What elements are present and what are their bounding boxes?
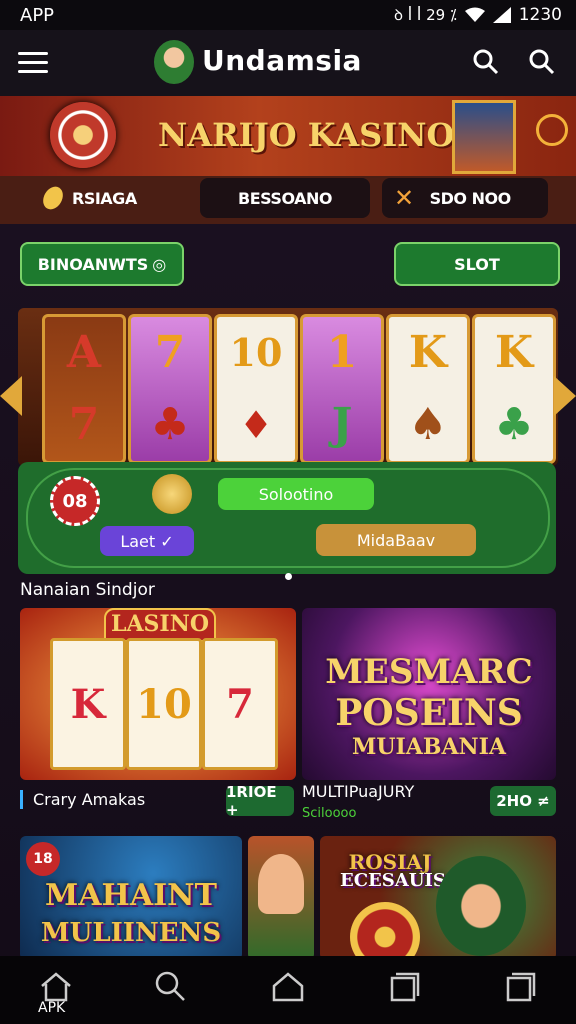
promo-line: POSEINS bbox=[335, 692, 523, 734]
button-label: MidaBaav bbox=[356, 530, 436, 550]
reel-symbol: J bbox=[331, 399, 353, 450]
tab-bessoano[interactable]: BESSOANO bbox=[200, 178, 370, 218]
reel-symbol: ♦ bbox=[238, 402, 274, 447]
recents-icon[interactable] bbox=[386, 968, 422, 1004]
card-tag[interactable]: 1RIOE + bbox=[226, 783, 294, 819]
reel-symbol: K bbox=[494, 327, 534, 378]
home-icon[interactable] bbox=[38, 968, 74, 1004]
reel-symbol: 7 bbox=[68, 399, 100, 450]
gold-coin-icon bbox=[152, 474, 192, 514]
status-bar: APP ꝺ ꟾ ꟾ 29 ⁒ 1230 bbox=[0, 0, 576, 30]
bottom-nav: APK bbox=[0, 956, 576, 1024]
slot-machine[interactable]: A 7 7 ♣ 10 ♦ 1 J K ♠ K ♣ bbox=[18, 308, 558, 466]
age-text: 18 bbox=[33, 851, 53, 867]
game-card[interactable]: ROSIAJ ECESAUIS bbox=[320, 836, 556, 960]
midabaav-button[interactable]: MidaBaav bbox=[316, 524, 476, 556]
slot-reel: 1 J bbox=[300, 314, 384, 464]
reel-symbol: K bbox=[70, 680, 106, 728]
reel-symbol: 7 bbox=[154, 327, 186, 378]
promo-line: MULIINENS bbox=[40, 918, 222, 948]
dealer-portrait bbox=[436, 856, 526, 956]
casino-chip-icon bbox=[50, 102, 116, 168]
card-subcaption: Sciloooo bbox=[302, 806, 357, 821]
slot-reel: 7 ♣ bbox=[128, 314, 212, 464]
game-card[interactable]: 18 MAHAINT MULIINENS bbox=[20, 836, 242, 960]
roulette-icon bbox=[350, 902, 420, 960]
tab-sdo-noo[interactable]: ✕ SDO NOO bbox=[382, 178, 548, 218]
close-icon: ✕ bbox=[394, 184, 414, 212]
card-badge: LASINO bbox=[104, 608, 216, 642]
chip-value: 08 bbox=[62, 490, 88, 512]
reel-symbol: K bbox=[408, 327, 448, 378]
app-logo bbox=[154, 40, 194, 84]
card-caption: Crary Amakas bbox=[20, 790, 145, 809]
signal-icon bbox=[492, 7, 511, 23]
button-label: Solootino bbox=[258, 484, 334, 504]
promo-line: MUIABANIA bbox=[351, 734, 507, 760]
windows-icon[interactable] bbox=[502, 968, 538, 1004]
reel-symbol: A bbox=[66, 327, 102, 378]
reel-symbol: ♣ bbox=[494, 399, 534, 450]
home-outline-icon[interactable] bbox=[270, 968, 306, 1004]
wifi-icon bbox=[464, 7, 485, 22]
tab-label: BESSOANO bbox=[238, 188, 333, 208]
reel-symbol: 10 bbox=[229, 330, 283, 375]
slot-reel: 10 ♦ bbox=[214, 314, 298, 464]
status-left: APP bbox=[20, 4, 55, 26]
tab-row: RSIAGA BESSOANO ✕ SDO NOO bbox=[0, 176, 576, 224]
dealer-portrait bbox=[258, 854, 304, 914]
slot-reel: K bbox=[50, 638, 126, 770]
refresh-icon: ◎ bbox=[152, 254, 167, 274]
slot-button[interactable]: SLOT bbox=[394, 242, 560, 286]
search-icon[interactable] bbox=[152, 968, 188, 1004]
slot-reel: K ♣ bbox=[472, 314, 556, 464]
slot-reel: 10 bbox=[126, 638, 202, 770]
promo-line: MESMARC bbox=[325, 652, 533, 692]
game-card[interactable]: LASINO K 10 7 bbox=[20, 608, 296, 780]
reel-symbol: ♠ bbox=[408, 399, 448, 450]
age-badge: 18 bbox=[26, 842, 60, 876]
game-card[interactable]: MESMARC POSEINS MUIABANIA bbox=[302, 608, 556, 780]
clock-text: 1230 bbox=[518, 5, 562, 25]
reel-symbol: 10 bbox=[136, 680, 192, 728]
button-label: SLOT bbox=[454, 254, 500, 274]
binoanwts-button[interactable]: BINOANWTS ◎ bbox=[20, 242, 184, 286]
hero-banner[interactable]: NARIJO KASINO bbox=[0, 96, 576, 176]
search-icon[interactable] bbox=[472, 48, 500, 76]
card-caption: MULTIPuaJURY bbox=[302, 782, 415, 801]
status-icons-text: ꝺ ꟾ ꟾ 29 ⁒ bbox=[393, 6, 457, 24]
card-tag[interactable]: 2HO ≠ bbox=[490, 786, 556, 816]
coin-icon bbox=[39, 183, 67, 213]
button-label: BINOANWTS bbox=[37, 254, 149, 274]
status-icons: ꝺ ꟾ ꟾ 29 ⁒ 1230 bbox=[394, 5, 562, 25]
app-bar: Undamsia bbox=[0, 30, 576, 96]
tab-label: SDO NOO bbox=[429, 188, 512, 208]
banner-title: NARIJO KASINO bbox=[158, 116, 455, 154]
promo-line: MAHAINT bbox=[45, 878, 217, 913]
search-icon-secondary[interactable] bbox=[528, 48, 556, 76]
tab-rsiaga[interactable]: RSIAGA bbox=[20, 178, 190, 218]
tab-label: RSIAGA bbox=[72, 188, 137, 208]
app-title: Undamsia bbox=[202, 44, 362, 77]
reel-symbol: ♣ bbox=[150, 399, 190, 450]
clock-icon[interactable] bbox=[536, 114, 568, 146]
chip-counter: 08 bbox=[50, 476, 100, 526]
reel-symbol: 1 bbox=[326, 327, 358, 378]
slot-reel: 7 bbox=[202, 638, 278, 770]
laet-button[interactable]: Laet ✓ bbox=[100, 526, 194, 556]
carousel-dot[interactable] bbox=[285, 573, 292, 580]
dealer-portrait bbox=[452, 100, 516, 174]
menu-icon[interactable] bbox=[18, 52, 48, 74]
section-title: Nanaian Sindjor bbox=[20, 580, 155, 600]
promo-line: ECESAUIS bbox=[340, 870, 446, 891]
button-label: Laet ✓ bbox=[120, 531, 174, 551]
game-card[interactable] bbox=[248, 836, 314, 960]
solootino-button[interactable]: Solootino bbox=[218, 478, 374, 510]
slot-reel: K ♠ bbox=[386, 314, 470, 464]
slot-reel: A 7 bbox=[42, 314, 126, 464]
nav-apk-label[interactable]: APK bbox=[38, 1000, 65, 1016]
reel-symbol: 7 bbox=[226, 680, 254, 728]
